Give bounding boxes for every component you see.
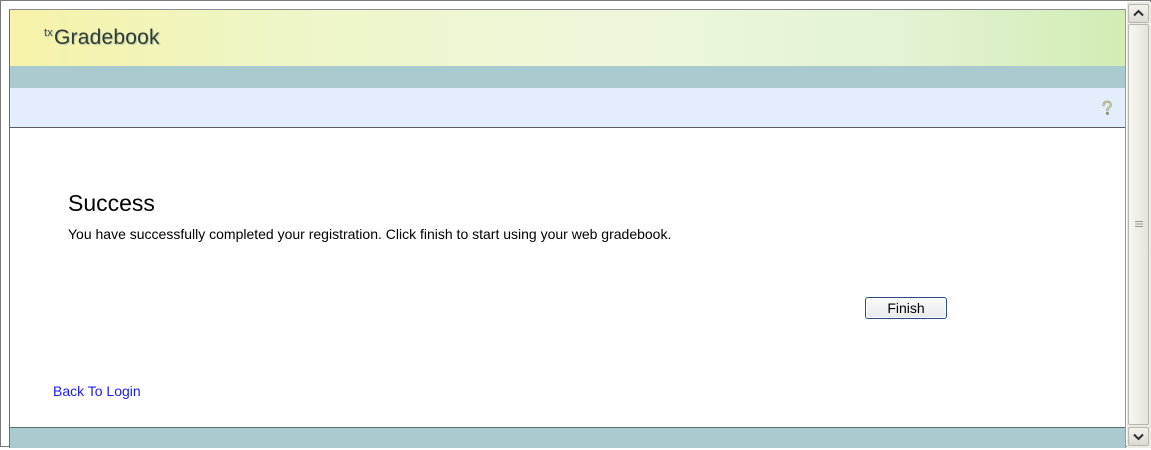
app-logo: txGradebook [44, 26, 160, 50]
finish-button[interactable]: Finish [865, 297, 947, 319]
vertical-scrollbar[interactable] [1127, 2, 1151, 448]
footer-bar [10, 427, 1125, 448]
logo-text: Gradebook [53, 26, 160, 49]
help-question-icon[interactable] [1099, 100, 1115, 116]
chevron-down-icon [1133, 433, 1144, 441]
page-title: Success [68, 190, 155, 216]
scroll-thumb[interactable] [1128, 24, 1149, 425]
chevron-up-icon [1133, 9, 1144, 17]
browser-frame: txGradebook Success You have successfull… [0, 0, 1151, 448]
main-panel: Success You have successfully completed … [10, 128, 1125, 427]
page-content: txGradebook Success You have successfull… [9, 9, 1126, 448]
success-message: You have successfully completed your reg… [68, 226, 672, 242]
scroll-up-button[interactable] [1128, 4, 1149, 23]
grip-lines-icon [1135, 221, 1143, 227]
app-header: txGradebook [10, 10, 1125, 66]
toolbar [10, 88, 1125, 128]
back-to-login-link[interactable]: Back To Login [53, 383, 141, 399]
logo-prefix: tx [44, 27, 53, 39]
scroll-down-button[interactable] [1128, 427, 1149, 446]
nav-bar [10, 66, 1125, 88]
